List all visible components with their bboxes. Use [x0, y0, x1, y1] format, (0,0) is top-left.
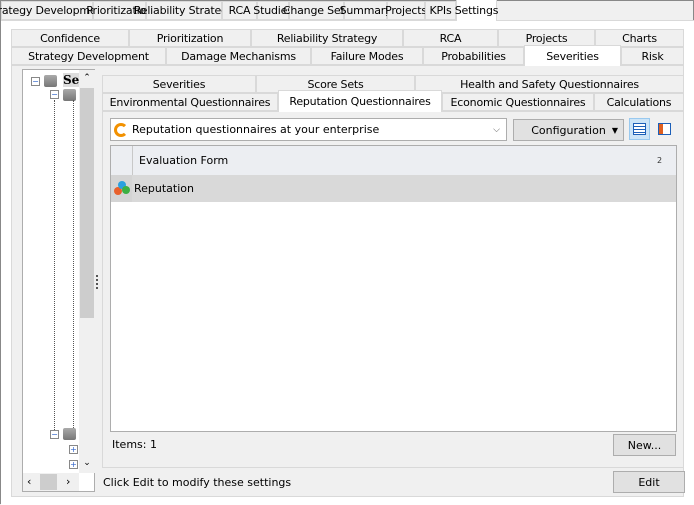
tab-projects[interactable]: Projects: [385, 1, 427, 20]
tree-root-label[interactable]: Se: [63, 73, 80, 87]
tab-severities[interactable]: Severities: [524, 45, 621, 66]
tab-kpis[interactable]: KPIs: [425, 1, 456, 20]
collapse-icon[interactable]: −: [50, 430, 59, 439]
configuration-button[interactable]: Configuration ▼: [513, 119, 624, 141]
tab-strategy-development-settings[interactable]: Strategy Development: [11, 47, 166, 65]
expand-icon[interactable]: +: [69, 460, 78, 469]
sort-indicator: 2: [657, 156, 663, 165]
chevron-down-icon[interactable]: ⌵: [493, 125, 500, 135]
tree-view[interactable]: − Se − − + + ⌃ ⌄ ‹ ›: [22, 69, 95, 492]
tab-environmental-questionnaires[interactable]: Environmental Questionnaires: [102, 93, 278, 111]
new-button[interactable]: New...: [613, 434, 676, 456]
tab-failure-modes[interactable]: Failure Modes: [311, 47, 423, 65]
tab-severities-sub[interactable]: Severities: [102, 75, 256, 93]
dropdown-arrow-icon: ▼: [611, 125, 618, 135]
items-count: Items: 1: [112, 438, 157, 451]
evaluation-form-grid: Evaluation Form 2 Reputation: [110, 145, 677, 432]
tree-line: [73, 100, 74, 430]
site-icon: [63, 428, 76, 440]
scroll-down-icon[interactable]: ⌄: [79, 458, 95, 468]
tab-rca-settings[interactable]: RCA: [403, 29, 498, 47]
splitter-handle[interactable]: [96, 275, 98, 289]
questionnaire-icon: [114, 122, 128, 137]
detail-view-button[interactable]: [654, 118, 675, 140]
collapse-icon[interactable]: −: [50, 90, 59, 99]
tab-change-sets[interactable]: Change Sets: [283, 1, 350, 20]
site-icon: [44, 75, 57, 87]
tab-summary[interactable]: Summary: [340, 1, 392, 20]
scrollbar-thumb[interactable]: [80, 88, 94, 318]
grid-header: Evaluation Form 2: [111, 146, 676, 175]
tab-rca[interactable]: RCA: [222, 1, 257, 20]
dropdown-value: Reputation questionnaires at your enterp…: [132, 123, 380, 136]
scrollbar-thumb[interactable]: [40, 474, 57, 490]
tab-damage-mechanisms[interactable]: Damage Mechanisms: [166, 47, 311, 65]
tab-probabilities[interactable]: Probabilities: [423, 47, 524, 65]
configuration-label: Configuration: [531, 123, 606, 137]
tab-reliability-strategy[interactable]: Reliability Strategy: [134, 1, 234, 20]
tab-confidence[interactable]: Confidence: [11, 29, 129, 47]
questionnaire-dropdown[interactable]: Reputation questionnaires at your enterp…: [110, 118, 507, 141]
tree-line: [54, 100, 55, 430]
tab-risk[interactable]: Risk: [621, 47, 684, 65]
row-evaluation-form: Reputation: [134, 182, 194, 195]
tab-reliability-strategy-settings[interactable]: Reliability Strategy: [251, 29, 403, 47]
list-view-button[interactable]: [629, 118, 650, 140]
reputation-icon: [111, 175, 132, 202]
tab-reputation-questionnaires[interactable]: Reputation Questionnaires: [278, 90, 442, 112]
scroll-left-icon[interactable]: ‹: [27, 475, 31, 488]
tab-calculations[interactable]: Calculations: [594, 93, 684, 111]
horizontal-scrollbar[interactable]: ‹ ›: [23, 473, 79, 491]
tab-health-safety-questionnaires[interactable]: Health and Safety Questionnaires: [415, 75, 684, 93]
expand-icon[interactable]: +: [69, 445, 78, 454]
scroll-up-icon[interactable]: ⌃: [79, 73, 95, 83]
tab-prioritization-settings[interactable]: Prioritization: [129, 29, 251, 47]
table-row[interactable]: Reputation: [111, 175, 676, 202]
list-view-icon: [633, 123, 646, 135]
tab-strategy-development[interactable]: Strategy Development: [0, 1, 108, 20]
scroll-right-icon[interactable]: ›: [66, 475, 70, 488]
edit-button[interactable]: Edit: [613, 471, 685, 493]
collapse-icon[interactable]: −: [31, 77, 40, 86]
detail-view-icon: [658, 123, 671, 135]
status-text: Click Edit to modify these settings: [103, 476, 292, 489]
column-header-evaluation-form[interactable]: Evaluation Form: [139, 154, 228, 167]
vertical-scrollbar[interactable]: ⌃ ⌄: [79, 70, 95, 473]
tab-settings[interactable]: Settings: [455, 0, 498, 21]
site-icon: [63, 89, 76, 101]
tab-economic-questionnaires[interactable]: Economic Questionnaires: [442, 93, 594, 111]
